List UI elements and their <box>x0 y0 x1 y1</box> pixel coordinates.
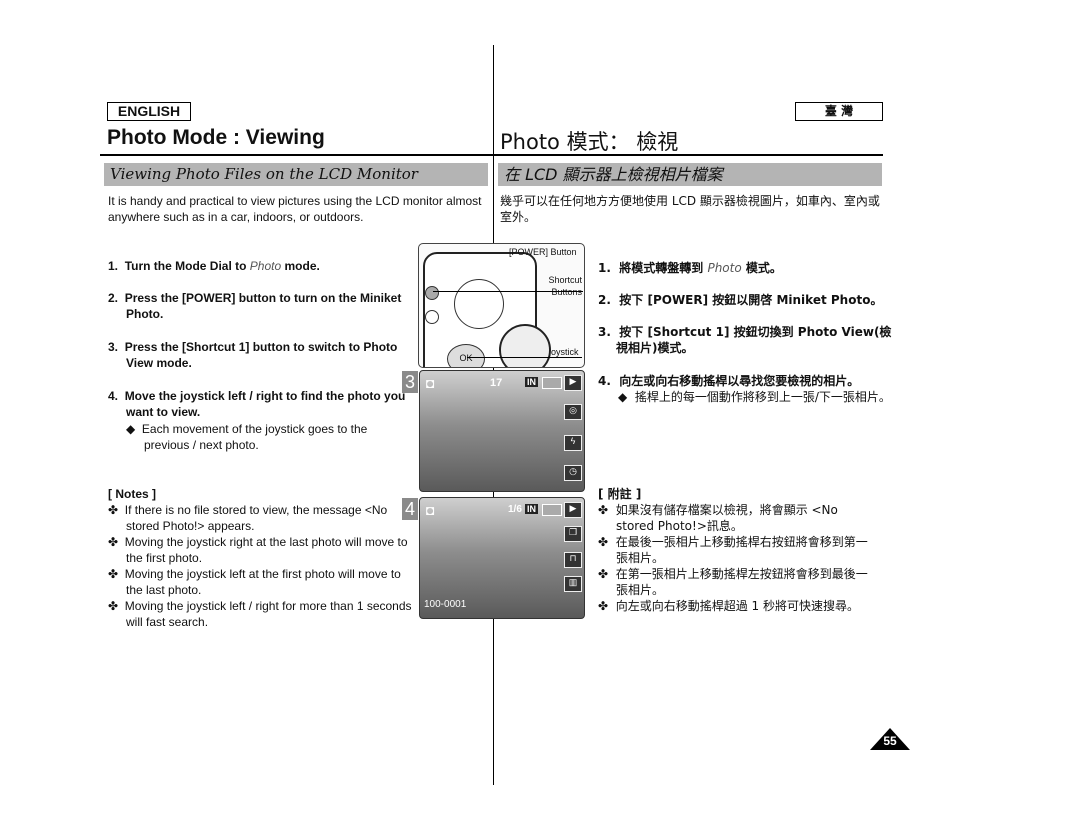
step-number-3: 3 <box>402 371 418 393</box>
step-3-english: 3. Press the [Shortcut 1] button to swit… <box>108 340 398 370</box>
notes-list-english: ✤ If there is no file stored to view, th… <box>108 502 418 630</box>
step-4-bullet-english: ◆ Each movement of the joystick goes to … <box>126 422 368 452</box>
notes-title-chinese: [ 附註 ] <box>598 487 642 501</box>
ok-button: OK <box>447 344 485 367</box>
manual-page: ENGLISH Photo Mode : Viewing Viewing Pho… <box>0 0 1080 830</box>
shortcut-button-1 <box>425 286 439 300</box>
memory-indicator: IN <box>525 504 538 514</box>
intro-english: It is handy and practical to view pictur… <box>108 194 482 224</box>
page-number: 55 <box>883 734 897 748</box>
trash-icon: ▥ <box>564 576 582 592</box>
note-item: ✤ Moving the joystick right at the last … <box>108 535 408 565</box>
battery-icon <box>542 377 562 389</box>
flash-off-icon: ϟ <box>564 435 582 451</box>
memory-indicator: IN <box>525 377 538 387</box>
note-item: ✤ Moving the joystick left at the first … <box>108 567 401 597</box>
callout-line <box>467 357 582 358</box>
power-button-label: [POWER] Button <box>509 247 577 257</box>
step-4-chinese: 4. 向左或向右移動搖桿以尋找您要檢視的相片。 <box>598 374 860 388</box>
note-item: ✤ If there is no file stored to view, th… <box>108 503 388 533</box>
note-item: ✤ 如果沒有儲存檔案以檢視，將會顯示 <No stored Photo!>訊息。 <box>598 503 838 533</box>
photo-counter: 17 <box>490 377 503 389</box>
lcd-screen-step-3: ◘ 17 IN ▶ ◎ ϟ ◷ <box>419 370 585 492</box>
unlock-icon: ⊓ <box>564 552 582 568</box>
step-2-english: 2. Press the [POWER] button to turn on t… <box>108 291 402 321</box>
play-icon: ▶ <box>564 375 582 391</box>
page-title-english: Photo Mode : Viewing <box>107 126 325 149</box>
copy-icon: ❐ <box>564 526 582 542</box>
battery-icon <box>542 504 562 516</box>
step-4-english: 4. Move the joystick left / right to fin… <box>108 389 406 419</box>
lcd-screen-step-4: ◘ 1/6 IN ▶ ❐ ⊓ ▥ 100-0001 <box>419 497 585 619</box>
camera-icon: ◘ <box>426 375 435 391</box>
section-header-english: Viewing Photo Files on the LCD Monitor <box>104 163 488 186</box>
camera-diagram: OK [POWER] Button Shortcut Buttons joyst… <box>418 243 585 368</box>
notes-list-chinese: ✤ 如果沒有儲存檔案以檢視，將會顯示 <No stored Photo!>訊息。… <box>598 502 878 614</box>
camera-icon: ◘ <box>426 502 435 518</box>
note-item: ✤ 在第一張相片上移動搖桿左按鈕將會移到最後一張相片。 <box>598 567 868 597</box>
step-number-4: 4 <box>402 498 418 520</box>
intro-chinese: 幾乎可以在任何地方方便地使用 LCD 顯示器檢視圖片，如車內、室內或室外。 <box>500 194 880 224</box>
step-3-chinese: 3. 按下 [Shortcut 1] 按鈕切換到 Photo View(檢視相片… <box>598 325 892 355</box>
note-item: ✤ Moving the joystick left / right for m… <box>108 599 412 629</box>
lens-icon <box>454 279 504 329</box>
section-header-chinese: 在 LCD 顯示器上檢視相片檔案 <box>498 163 882 186</box>
step-1-chinese: 1. 將模式轉盤轉到 Photo 模式。 <box>598 261 782 275</box>
callout-line <box>433 291 583 292</box>
step-4-bullet-chinese: ◆ 搖桿上的每一個動作將移到上一張/下一張相片。 <box>618 390 891 404</box>
shortcut-button-2 <box>425 310 439 324</box>
note-item: ✤ 向左或向右移動搖桿超過 1 秒將可快速搜尋。 <box>598 599 859 613</box>
photo-counter: 1/6 <box>508 504 522 515</box>
play-icon: ▶ <box>564 502 582 518</box>
language-badge-english: ENGLISH <box>107 102 191 121</box>
note-item: ✤ 在最後一張相片上移動搖桿右按鈕將會移到第一張相片。 <box>598 535 868 565</box>
eye-icon: ◎ <box>564 404 582 420</box>
step-1-english: 1. Turn the Mode Dial to Photo mode. <box>108 259 320 273</box>
step-2-chinese: 2. 按下 [POWER] 按鈕以開啓 Miniket Photo。 <box>598 293 883 307</box>
shortcut-buttons-label: Shortcut Buttons <box>548 275 582 297</box>
joystick-label: joystick <box>549 347 579 357</box>
mode-dial <box>499 324 551 367</box>
title-rule <box>100 154 883 156</box>
timer-icon: ◷ <box>564 465 582 481</box>
page-title-chinese: Photo 模式： 檢視 <box>500 130 679 154</box>
notes-title-english: [ Notes ] <box>108 487 156 501</box>
file-number: 100-0001 <box>424 599 467 610</box>
language-badge-taiwan: 臺 灣 <box>795 102 883 121</box>
